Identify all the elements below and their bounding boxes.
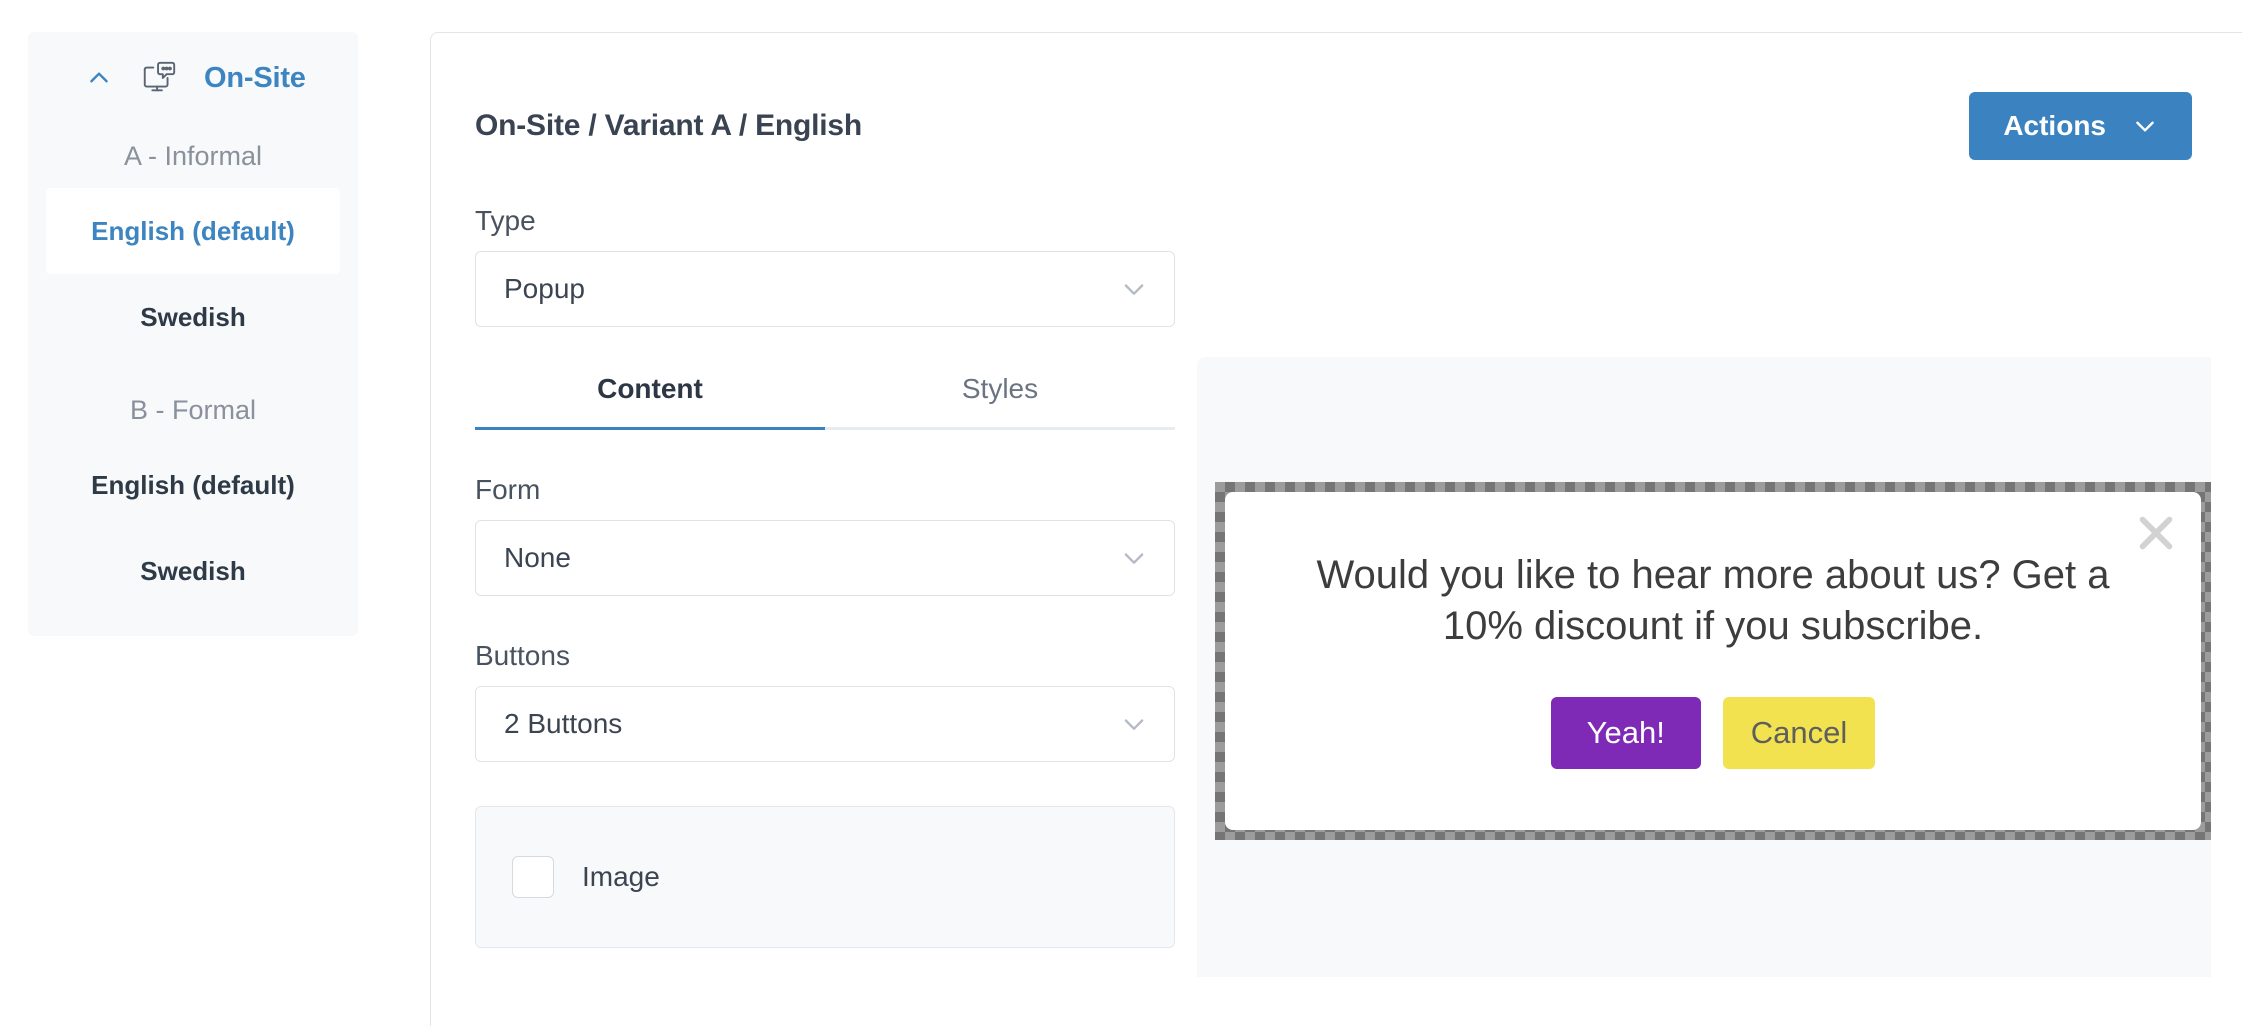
- sidebar-item-b-swedish[interactable]: Swedish: [46, 528, 340, 614]
- main-body: Type Popup Content Styles Form Non: [431, 205, 2242, 977]
- field-type: Type Popup: [475, 205, 1175, 327]
- buttons-select[interactable]: 2 Buttons: [475, 686, 1175, 762]
- sidebar-divider-space: [28, 360, 358, 378]
- page-title: On-Site / Variant A / English: [475, 109, 862, 143]
- form-select-value: None: [504, 542, 571, 574]
- image-checkbox-label: Image: [582, 861, 660, 893]
- sidebar-group-label-b: B - Formal: [28, 378, 358, 442]
- sidebar-header[interactable]: On-Site: [28, 32, 358, 124]
- on-site-monitor-chat-icon: [140, 59, 178, 97]
- actions-button[interactable]: Actions: [1969, 92, 2192, 160]
- sidebar-item-a-english-default[interactable]: English (default): [46, 188, 340, 274]
- chevron-down-icon: [1120, 710, 1148, 738]
- type-select-value: Popup: [504, 273, 585, 305]
- chevron-down-icon: [2132, 113, 2158, 139]
- sidebar-item-b-english-default[interactable]: English (default): [46, 442, 340, 528]
- chevron-down-icon: [1120, 544, 1148, 572]
- type-select[interactable]: Popup: [475, 251, 1175, 327]
- field-form: Form None: [475, 474, 1175, 596]
- sidebar: On-Site A - Informal English (default) S…: [28, 32, 358, 636]
- chevron-down-icon: [1120, 275, 1148, 303]
- popup-preview-frame: Would you like to hear more about us? Ge…: [1215, 482, 2211, 840]
- close-icon[interactable]: [2133, 510, 2179, 556]
- field-buttons: Buttons 2 Buttons: [475, 640, 1175, 762]
- sidebar-group-label-a: A - Informal: [28, 124, 358, 188]
- chevron-up-icon[interactable]: [86, 65, 112, 91]
- actions-button-label: Actions: [2003, 110, 2106, 142]
- popup-secondary-button[interactable]: Cancel: [1723, 697, 1876, 769]
- tab-styles[interactable]: Styles: [825, 373, 1175, 427]
- sidebar-item-a-swedish[interactable]: Swedish: [46, 274, 340, 360]
- sidebar-title: On-Site: [204, 62, 306, 95]
- popup-buttons: Yeah! Cancel: [1281, 697, 2145, 769]
- popup-preview: Would you like to hear more about us? Ge…: [1225, 492, 2201, 830]
- preview-panel: Would you like to hear more about us? Ge…: [1197, 357, 2211, 977]
- main-header: On-Site / Variant A / English Actions: [431, 33, 2242, 163]
- form-select[interactable]: None: [475, 520, 1175, 596]
- popup-primary-button[interactable]: Yeah!: [1551, 697, 1701, 769]
- main-card: On-Site / Variant A / English Actions Ty…: [430, 32, 2242, 1026]
- content-styles-tabs: Content Styles: [475, 373, 1175, 430]
- tab-content[interactable]: Content: [475, 373, 825, 427]
- field-label-buttons: Buttons: [475, 640, 1175, 672]
- buttons-select-value: 2 Buttons: [504, 708, 622, 740]
- popup-message: Would you like to hear more about us? Ge…: [1281, 550, 2145, 652]
- image-checkbox[interactable]: [512, 856, 554, 898]
- image-panel: Image: [475, 806, 1175, 948]
- field-label-type: Type: [475, 205, 1175, 237]
- app-root: On-Site A - Informal English (default) S…: [0, 0, 2242, 1026]
- field-label-form: Form: [475, 474, 1175, 506]
- settings-form: Type Popup Content Styles Form Non: [475, 205, 1175, 948]
